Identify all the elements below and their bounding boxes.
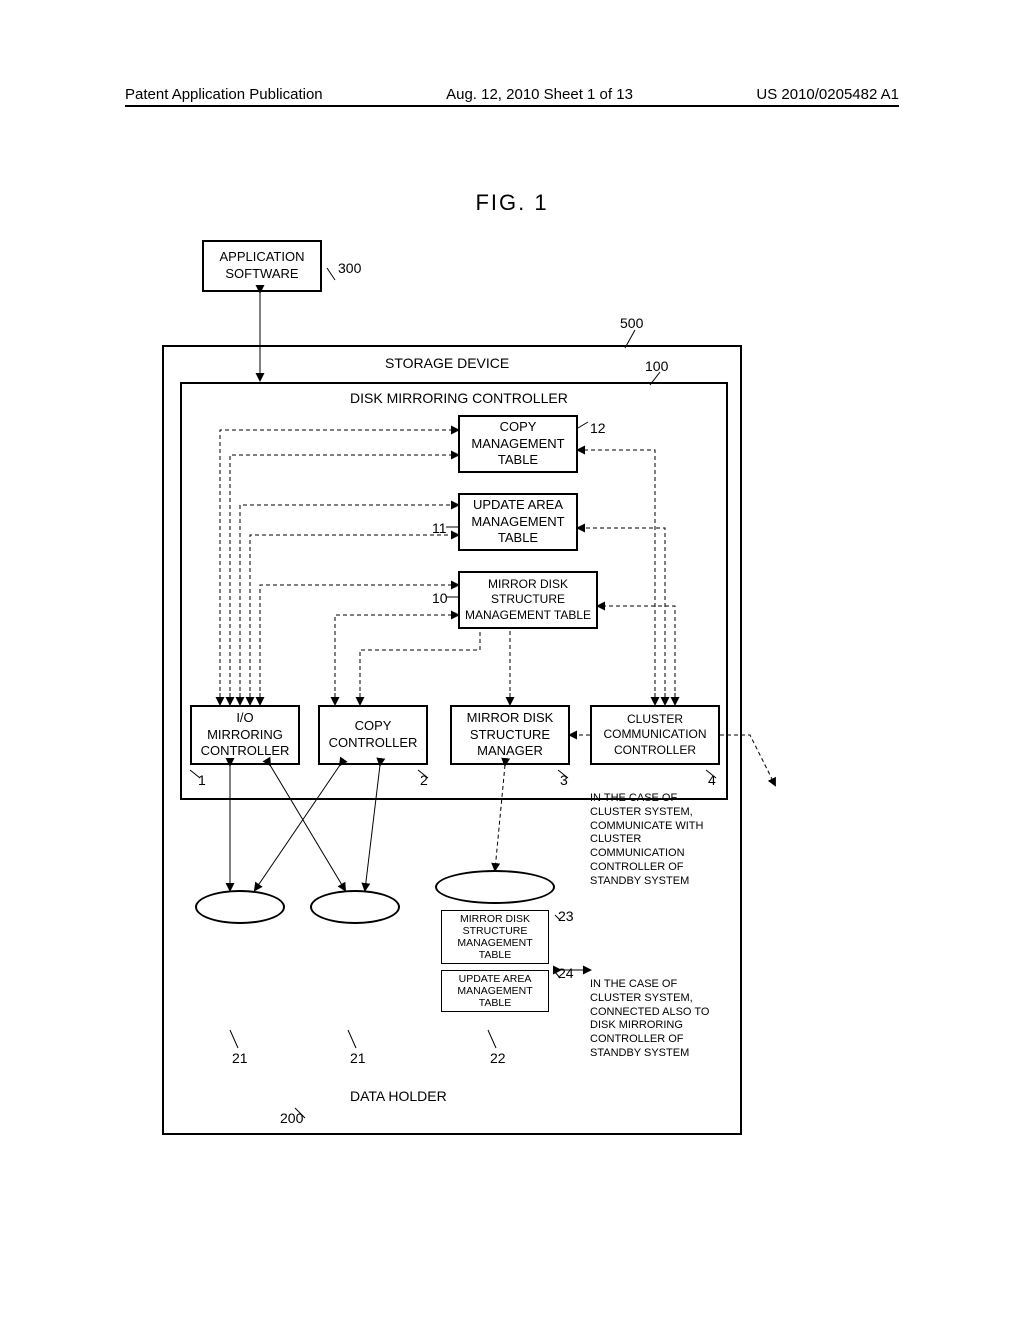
ref-1: 1: [198, 772, 206, 788]
header-right: US 2010/0205482 A1: [756, 86, 899, 103]
ref-23: 23: [558, 908, 574, 924]
note-cluster-comm: IN THE CASE OF CLUSTER SYSTEM, COMMUNICA…: [590, 792, 745, 888]
box-update-area-mgmt: UPDATE AREA MANAGEMENT TABLE: [458, 493, 578, 551]
ref-3: 3: [560, 772, 568, 788]
ref-4: 4: [708, 772, 716, 788]
cylinder-21a: [195, 890, 285, 1020]
label-disk-mirroring: DISK MIRRORING CONTROLLER: [350, 390, 568, 408]
ref-21b: 21: [350, 1050, 366, 1066]
ref-500: 500: [620, 315, 643, 331]
cyl-label-mirror-struct: MIRROR DISK STRUCTURE MANAGEMENT TABLE: [441, 910, 549, 964]
ref-22: 22: [490, 1050, 506, 1066]
box-mirror-struct-mgr: MIRROR DISK STRUCTURE MANAGER: [450, 705, 570, 765]
header-left: Patent Application Publication: [125, 86, 323, 103]
label-data-holder: DATA HOLDER: [350, 1088, 447, 1106]
ref-24: 24: [558, 965, 574, 981]
figure-title: FIG. 1: [475, 190, 548, 216]
box-cluster-comm-ctrl: CLUSTER COMMUNICATION CONTROLLER: [590, 705, 720, 765]
ref-21a: 21: [232, 1050, 248, 1066]
box-mirror-struct-mgmt: MIRROR DISK STRUCTURE MANAGEMENT TABLE: [458, 571, 598, 629]
box-copy-ctrl: COPY CONTROLLER: [318, 705, 428, 765]
cylinder-21b: [310, 890, 400, 1020]
header-center: Aug. 12, 2010 Sheet 1 of 13: [446, 86, 633, 103]
ref-2: 2: [420, 772, 428, 788]
box-copy-mgmt-table: COPY MANAGEMENT TABLE: [458, 415, 578, 473]
ref-200: 200: [280, 1110, 303, 1126]
page-header: Patent Application Publication Aug. 12, …: [125, 86, 899, 107]
note-cluster-connect: IN THE CASE OF CLUSTER SYSTEM, CONNECTED…: [590, 978, 745, 1061]
ref-11: 11: [432, 520, 447, 536]
label-storage-device: STORAGE DEVICE: [385, 355, 509, 373]
cylinder-22: MIRROR DISK STRUCTURE MANAGEMENT TABLE U…: [435, 870, 555, 1025]
ref-12: 12: [590, 420, 606, 436]
ref-100: 100: [645, 358, 668, 374]
ref-300: 300: [338, 260, 361, 276]
ref-10: 10: [432, 590, 448, 606]
box-application-software: APPLICATION SOFTWARE: [202, 240, 322, 292]
diagram: APPLICATION SOFTWARE 300 500 STORAGE DEV…: [160, 230, 880, 1140]
box-io-mirroring-ctrl: I/O MIRRORING CONTROLLER: [190, 705, 300, 765]
cyl-label-update-area: UPDATE AREA MANAGEMENT TABLE: [441, 970, 549, 1012]
